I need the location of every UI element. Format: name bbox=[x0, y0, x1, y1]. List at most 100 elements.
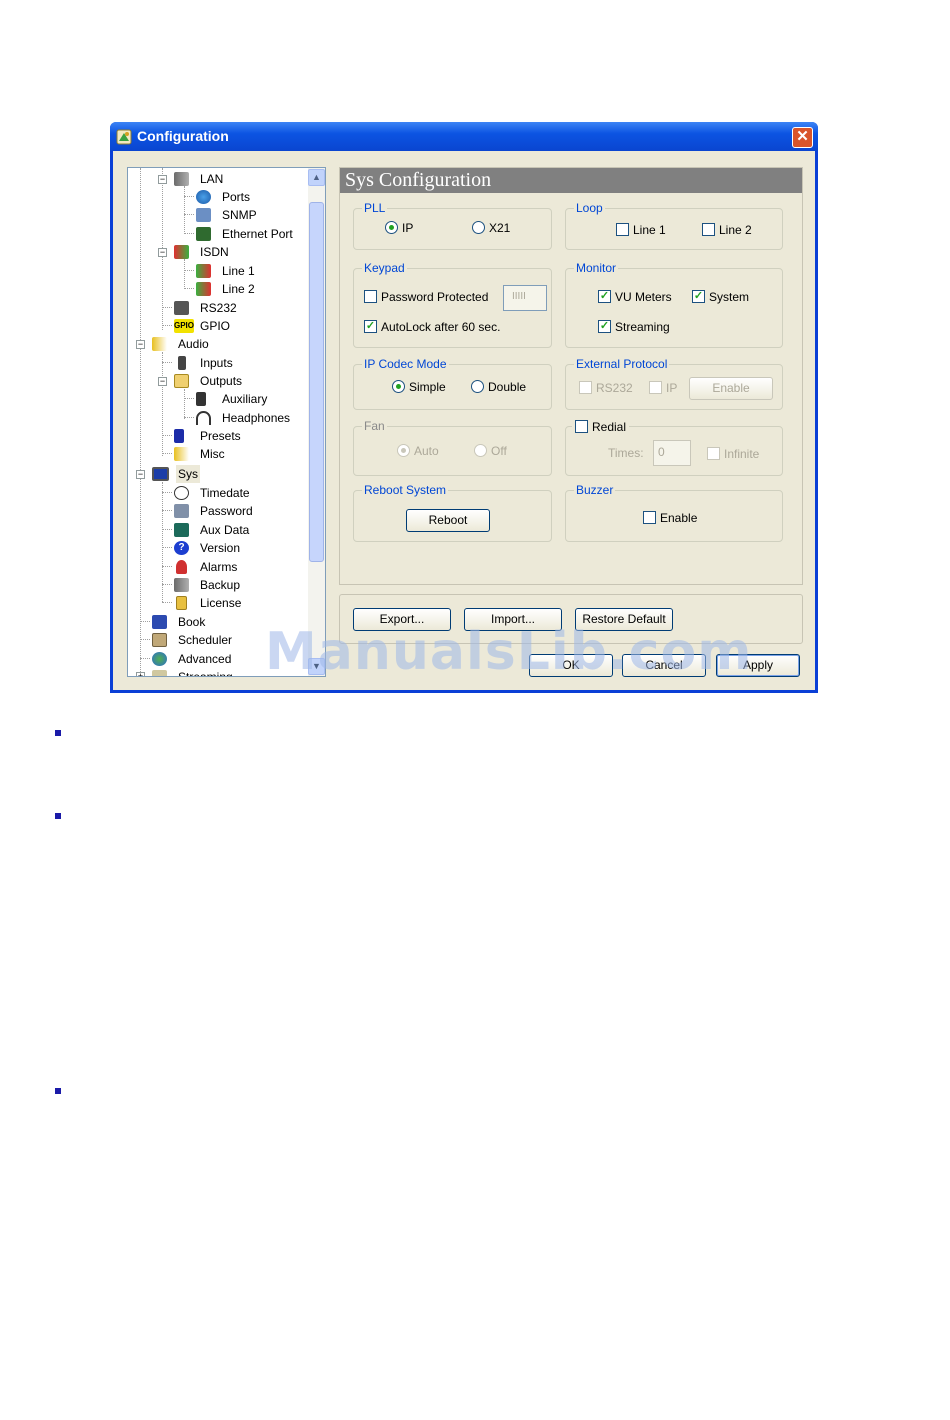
line-icon bbox=[196, 282, 211, 296]
tree-label: LAN bbox=[200, 172, 224, 186]
tree-line bbox=[184, 389, 185, 419]
network-icon bbox=[174, 172, 189, 186]
streaming-checkbox[interactable]: ✓ Streaming bbox=[598, 319, 670, 335]
checkbox-label: Password Protected bbox=[381, 290, 489, 304]
tree-label: Auxiliary bbox=[222, 392, 268, 406]
checkbox-label: Infinite bbox=[724, 447, 760, 461]
lock-icon bbox=[176, 596, 187, 610]
tree-label: Headphones bbox=[222, 411, 291, 425]
checkbox-label: Line 1 bbox=[633, 223, 666, 237]
autolock-checkbox[interactable]: ✓ AutoLock after 60 sec. bbox=[364, 319, 500, 335]
group-title: Loop bbox=[574, 201, 605, 215]
gears-icon bbox=[152, 652, 167, 666]
loop-line1-checkbox[interactable]: Line 1 bbox=[616, 222, 666, 238]
checkbox-box: ✓ bbox=[598, 320, 611, 334]
scroll-up-button[interactable]: ▲ bbox=[308, 169, 325, 186]
group-title: Monitor bbox=[574, 261, 619, 275]
password-icon bbox=[174, 504, 189, 518]
close-button[interactable]: ✕ bbox=[792, 127, 813, 148]
tree-label: Line 2 bbox=[222, 282, 255, 296]
times-label: Times: bbox=[608, 446, 644, 460]
loop-line2-checkbox[interactable]: Line 2 bbox=[702, 222, 752, 238]
external-protocol-group: External Protocol RS232 IP Enable bbox=[565, 357, 783, 410]
alarm-icon bbox=[176, 560, 187, 574]
tree-label: Aux Data bbox=[200, 523, 250, 537]
group-title: Fan bbox=[362, 419, 387, 433]
config-tree[interactable]: − LAN Ports SNMP Ethernet Port − ISDN Li… bbox=[127, 167, 326, 677]
rs232-checkbox[interactable]: RS232 bbox=[579, 380, 633, 396]
checkbox-box: ✓ bbox=[598, 290, 611, 304]
checkbox-box bbox=[364, 290, 377, 304]
tree-label: Misc bbox=[200, 447, 225, 461]
panel-title: Sys Configuration bbox=[340, 168, 802, 193]
globe-icon bbox=[196, 190, 211, 204]
collapse-toggle[interactable]: − bbox=[136, 470, 145, 479]
tree-label: License bbox=[200, 596, 242, 610]
radio-dot bbox=[385, 221, 398, 235]
reboot-button[interactable]: Reboot bbox=[406, 509, 490, 532]
checkbox-box bbox=[643, 511, 656, 525]
checkbox-box bbox=[702, 223, 715, 237]
radio-dot bbox=[474, 444, 487, 458]
ip-checkbox[interactable]: IP bbox=[649, 380, 677, 396]
redial-checkbox[interactable]: Redial bbox=[572, 419, 630, 435]
tree-label: Outputs bbox=[200, 374, 243, 388]
group-title: IP Codec Mode bbox=[362, 357, 449, 371]
checkbox-label: System bbox=[709, 290, 750, 304]
scroll-thumb[interactable] bbox=[309, 202, 324, 562]
password-field[interactable]: IIIII bbox=[503, 285, 547, 311]
watermark: ManualsLib.com bbox=[265, 622, 753, 682]
expand-toggle[interactable]: + bbox=[136, 672, 145, 676]
checkbox-box bbox=[616, 223, 629, 237]
radio-label: X21 bbox=[489, 221, 511, 235]
radio-label: Auto bbox=[414, 444, 439, 458]
tree-label: Line 1 bbox=[222, 264, 255, 278]
tree-label: Ports bbox=[222, 190, 251, 204]
window-title: Configuration bbox=[137, 128, 229, 144]
microphone-icon bbox=[178, 356, 186, 370]
checkbox-label: AutoLock after 60 sec. bbox=[381, 320, 501, 334]
password-protected-checkbox[interactable]: Password Protected bbox=[364, 289, 488, 305]
tree-label: Scheduler bbox=[178, 633, 233, 647]
collapse-toggle[interactable]: − bbox=[136, 340, 145, 349]
gpio-icon: GPIO bbox=[174, 319, 194, 333]
pll-ip-radio[interactable]: IP bbox=[385, 220, 413, 236]
infinite-checkbox[interactable]: Infinite bbox=[707, 446, 759, 462]
group-title: Reboot System bbox=[362, 483, 449, 497]
system-checkbox[interactable]: ✓ System bbox=[692, 289, 749, 305]
simple-radio[interactable]: Simple bbox=[392, 379, 446, 395]
collapse-toggle[interactable]: − bbox=[158, 377, 167, 386]
fan-group: Fan Auto Off bbox=[353, 419, 552, 476]
fan-auto-radio[interactable]: Auto bbox=[397, 443, 439, 459]
buzzer-enable-checkbox[interactable]: Enable bbox=[643, 510, 697, 526]
vu-meters-checkbox[interactable]: ✓ VU Meters bbox=[598, 289, 672, 305]
tree-label: ISDN bbox=[200, 245, 229, 259]
group-title: PLL bbox=[362, 201, 388, 215]
serial-cable-icon bbox=[174, 301, 189, 315]
tree-label: Presets bbox=[200, 429, 241, 443]
monitor-icon bbox=[152, 467, 169, 481]
tree-label: Book bbox=[178, 615, 206, 629]
collapse-toggle[interactable]: − bbox=[158, 175, 167, 184]
speaker-icon bbox=[152, 337, 167, 351]
headphones-icon bbox=[196, 411, 211, 425]
protocol-enable-button[interactable]: Enable bbox=[689, 377, 773, 400]
fan-off-radio[interactable]: Off bbox=[474, 443, 507, 459]
times-input[interactable]: 0 bbox=[653, 440, 691, 466]
tree-label: Inputs bbox=[200, 356, 233, 370]
checkbox-box bbox=[649, 381, 662, 395]
tree-label: Alarms bbox=[200, 560, 238, 574]
tree-label: Audio bbox=[178, 337, 209, 351]
title-bar[interactable]: Configuration ✕ bbox=[110, 122, 818, 151]
radio-label: Double bbox=[488, 380, 527, 394]
tree-scrollbar[interactable]: ▲ ▼ bbox=[308, 168, 325, 676]
collapse-toggle[interactable]: − bbox=[158, 248, 167, 257]
bullet-marker bbox=[55, 1088, 61, 1094]
double-radio[interactable]: Double bbox=[471, 379, 526, 395]
tree-label: Backup bbox=[200, 578, 241, 592]
radio-label: IP bbox=[402, 221, 414, 235]
scheduler-icon bbox=[152, 633, 167, 647]
clock-icon bbox=[174, 486, 189, 500]
sys-configuration-panel: Sys Configuration PLL IP X21 Loop Line 1… bbox=[339, 167, 803, 585]
pll-x21-radio[interactable]: X21 bbox=[472, 220, 510, 236]
